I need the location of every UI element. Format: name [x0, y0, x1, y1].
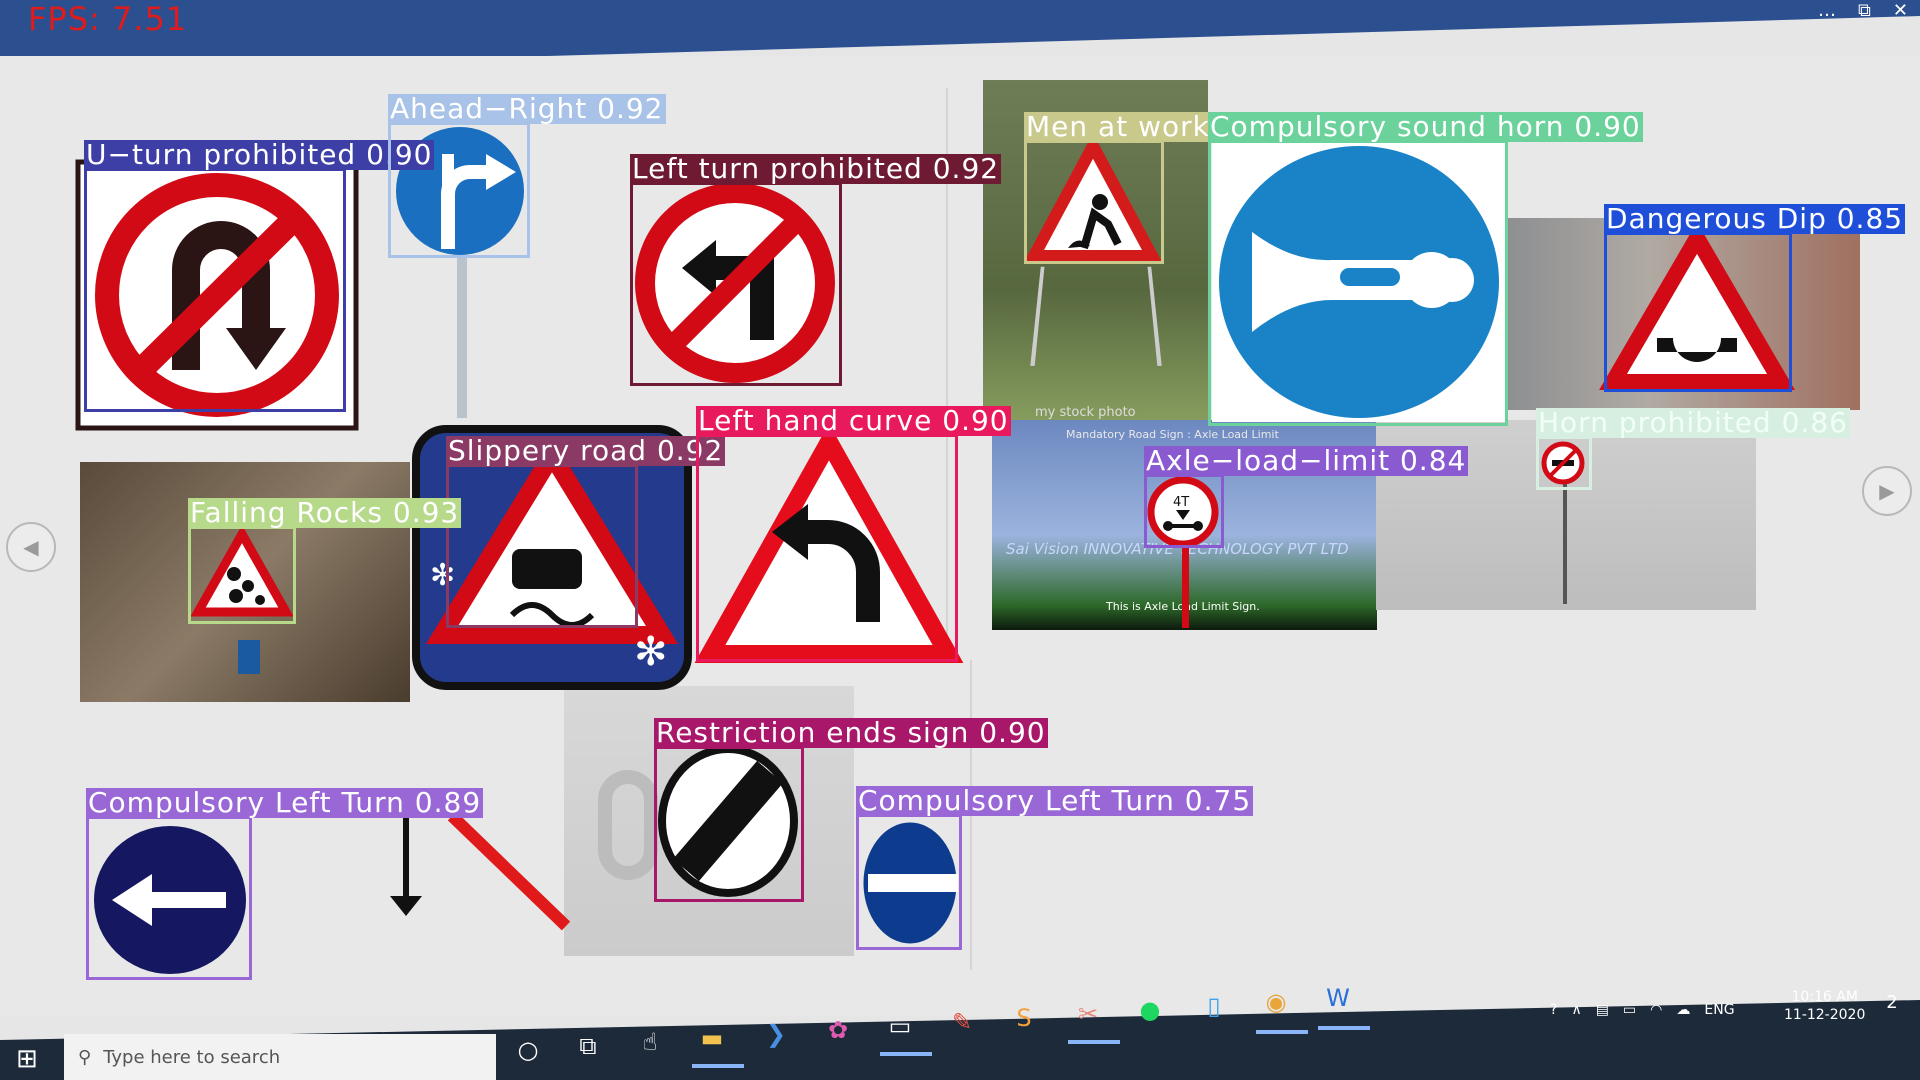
device-icon[interactable]: ▤: [1596, 1002, 1609, 1018]
mug-handle: [598, 770, 658, 880]
prev-glyph: ◀: [23, 535, 39, 559]
date: 11-12-2020: [1784, 1007, 1866, 1023]
active-indicator: [1256, 1030, 1308, 1034]
detection-box-u-turn-prohibited: [84, 168, 346, 412]
svg-text:✻: ✻: [634, 629, 668, 675]
touch-icon[interactable]: ☝: [630, 1022, 670, 1062]
detection-label: Left hand curve 0.90: [696, 404, 1011, 437]
mandatory-caption: Mandatory Road Sign : Axle Load Limit: [1066, 428, 1279, 441]
detection-label: Dangerous Dip 0.85: [1604, 202, 1906, 235]
detection-box-compulsory-left-turn: [856, 814, 962, 950]
detection-box-left-turn-prohibited: [630, 182, 842, 386]
detection-box-slippery-road: [446, 464, 638, 628]
next-glyph: ▶: [1879, 479, 1895, 503]
terminal-icon[interactable]: ▭: [880, 1006, 920, 1046]
notification-icon[interactable]: 2: [1872, 982, 1912, 1022]
detection-box-restriction-ends: [654, 746, 804, 902]
cortana-icon[interactable]: ○: [508, 1030, 548, 1070]
spotify-icon[interactable]: ●: [1130, 990, 1170, 1030]
active-indicator: [692, 1064, 744, 1068]
detection-label: U−turn prohibited 0.90: [84, 138, 435, 171]
active-indicator: [1318, 1026, 1370, 1030]
stock-photo-caption: my stock photo: [1035, 405, 1136, 420]
arrow-and-slash-graphic: [390, 811, 571, 931]
notification-count: 2: [1886, 991, 1898, 1013]
language-indicator[interactable]: ENG: [1704, 1002, 1734, 1018]
detection-box-falling-rocks: [188, 526, 296, 624]
sign-plate: [238, 640, 260, 674]
detection-box-compulsory-sound-horn: [1208, 140, 1508, 426]
detection-box-compulsory-left-turn: [86, 816, 252, 980]
detection-label: Falling Rocks 0.93: [188, 496, 462, 529]
detection-box-horn-prohibited: [1536, 436, 1592, 490]
detection-label: Compulsory sound horn 0.90: [1208, 110, 1643, 143]
next-arrow-icon[interactable]: ▶: [1862, 466, 1912, 516]
detection-label: Restriction ends sign 0.90: [654, 716, 1048, 749]
close-icon[interactable]: ✕: [1893, 0, 1908, 21]
word-icon[interactable]: W: [1318, 978, 1358, 1018]
detection-box-ahead-right: [388, 122, 530, 258]
detection-label: Compulsory Left Turn 0.89: [86, 786, 484, 819]
powershell-icon[interactable]: ❯: [756, 1014, 796, 1054]
window-controls: … ⧉ ✕: [1818, 0, 1908, 21]
clock[interactable]: 10:16 AM 11-12-2020: [1784, 988, 1865, 1024]
more-icon[interactable]: …: [1818, 0, 1836, 21]
active-indicator: [1068, 1040, 1120, 1044]
detection-label: Axle−load−limit 0.84: [1144, 444, 1469, 477]
snip-icon[interactable]: ✂: [1068, 994, 1108, 1034]
paint-icon[interactable]: ✎: [942, 1002, 982, 1042]
search-box[interactable]: ⚲ Type here to search: [64, 1034, 496, 1080]
windows-start-icon[interactable]: ⊞: [16, 1044, 52, 1080]
detection-box-dangerous-dip: [1604, 232, 1792, 392]
chrome-icon[interactable]: ◉: [1256, 982, 1296, 1022]
detection-label: Compulsory Left Turn 0.75: [856, 784, 1254, 817]
detection-label: Left turn prohibited 0.92: [630, 152, 1002, 185]
phone-icon[interactable]: ▯: [1194, 986, 1234, 1026]
cloud-icon[interactable]: ☁: [1676, 1002, 1690, 1018]
time: 10:16 AM: [1791, 989, 1858, 1005]
detection-box-men-at-work: [1024, 140, 1164, 264]
file-explorer-icon[interactable]: ▬: [692, 1018, 732, 1058]
detection-box-axle-load-limit: [1144, 474, 1224, 548]
detection-label: Slippery road 0.92: [446, 434, 726, 467]
sign-pole: [1563, 480, 1567, 604]
search-icon: ⚲: [78, 1046, 92, 1068]
wifi-icon[interactable]: ◠: [1650, 1002, 1662, 1018]
screen: … ⧉ ✕ ◀ ▶ my stock photo Mandatory Road …: [0, 0, 1920, 1080]
detection-label: Horn prohibited 0.86: [1536, 406, 1850, 439]
fps-counter: FPS: 7.51: [28, 0, 188, 38]
sign-pole: [1182, 548, 1189, 628]
restore-icon[interactable]: ⧉: [1858, 0, 1871, 21]
sign-stand: [1030, 266, 1162, 366]
active-indicator: [880, 1052, 932, 1056]
task-view-icon[interactable]: ⧉: [568, 1026, 608, 1066]
help-icon[interactable]: ?: [1550, 1002, 1557, 1018]
sign-pole: [457, 258, 467, 418]
system-tray: ? ∧ ▤ ▭ ◠ ☁ ENG: [1550, 1002, 1735, 1018]
detection-box-left-hand-curve: [696, 434, 958, 662]
prev-arrow-icon[interactable]: ◀: [6, 522, 56, 572]
app-icon[interactable]: ✿: [818, 1010, 858, 1050]
search-placeholder: Type here to search: [103, 1046, 281, 1068]
sublime-icon[interactable]: S: [1004, 998, 1044, 1038]
chevron-up-icon[interactable]: ∧: [1571, 1002, 1581, 1018]
detection-label: Ahead−Right 0.92: [388, 92, 666, 125]
battery-icon[interactable]: ▭: [1623, 1002, 1636, 1018]
